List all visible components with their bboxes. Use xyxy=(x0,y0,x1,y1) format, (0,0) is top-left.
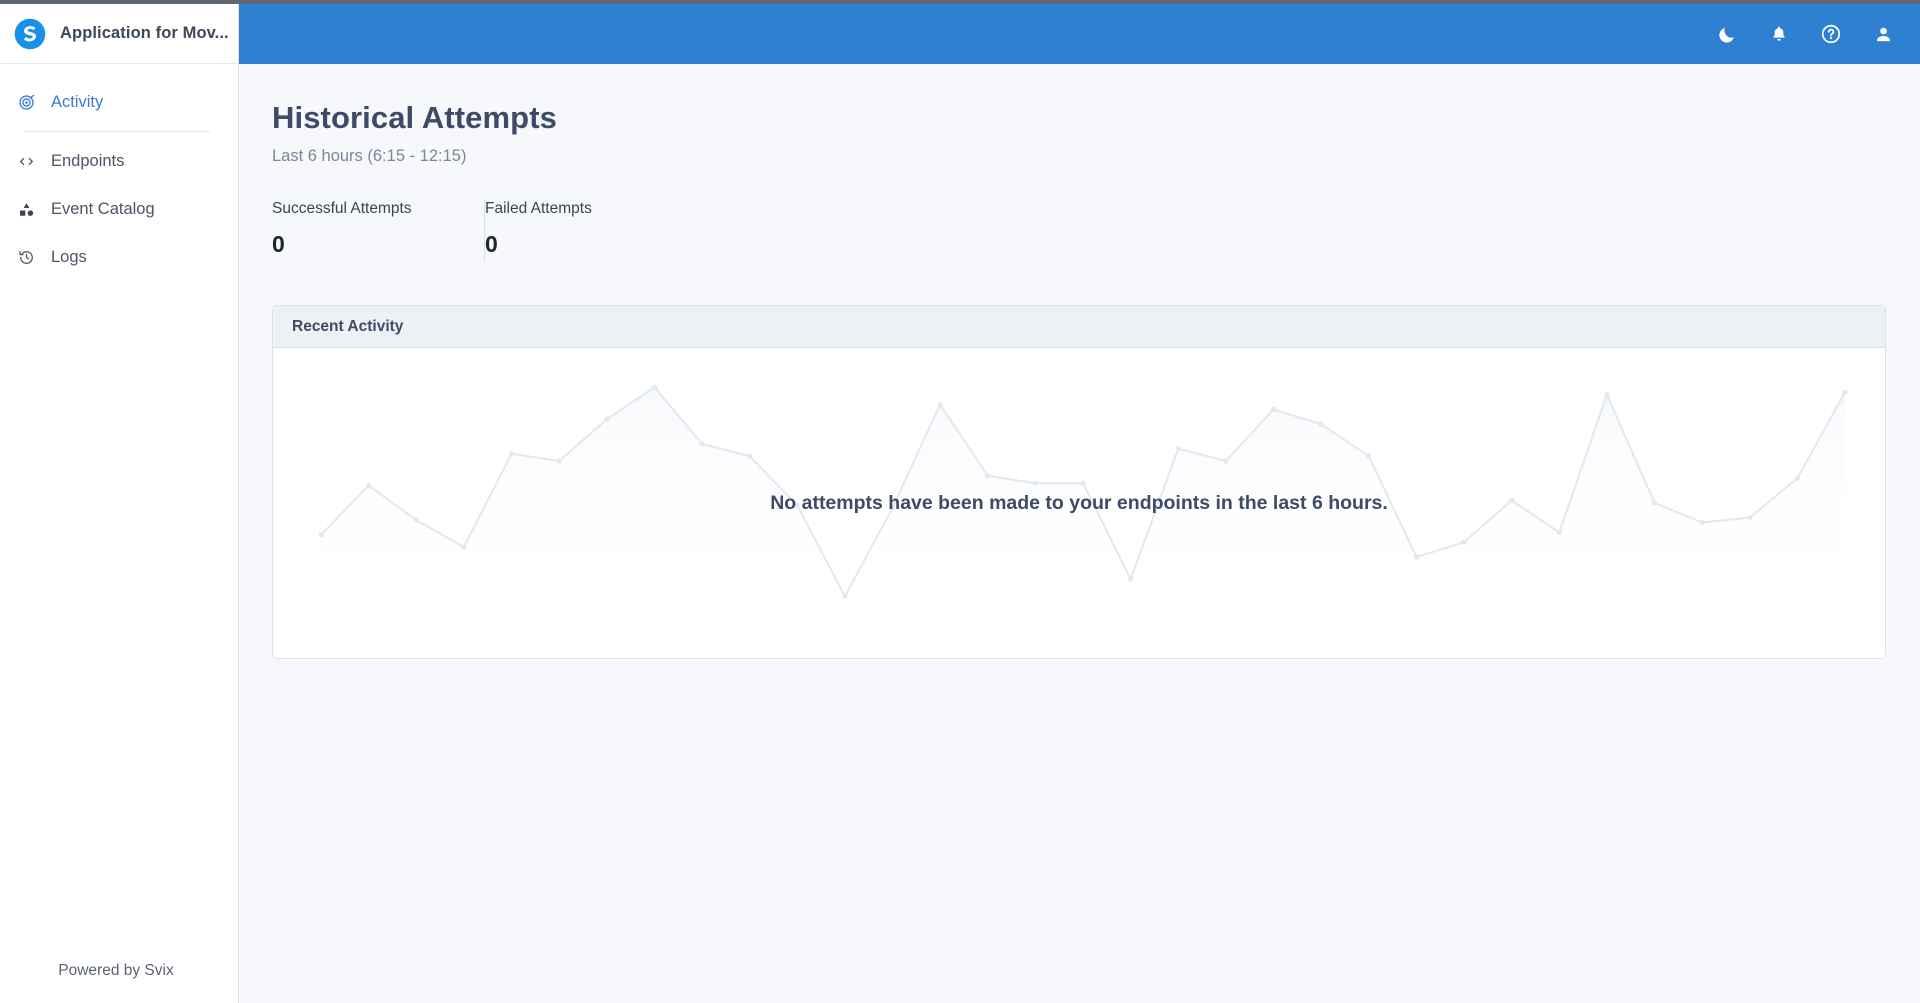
help-icon[interactable] xyxy=(1818,21,1844,47)
chart-point xyxy=(1128,576,1134,582)
chart-point xyxy=(1556,529,1562,535)
sidebar-item-label: Activity xyxy=(51,92,104,111)
activity-chart-placeholder xyxy=(318,384,1848,616)
chart-point xyxy=(413,517,419,523)
powered-by-label: Powered by Svix xyxy=(58,962,174,979)
chart-area-fill xyxy=(321,387,1845,616)
sidebar-item-event-catalog[interactable]: Event Catalog xyxy=(0,185,238,233)
chart-point xyxy=(1175,446,1181,452)
chart-point xyxy=(1080,480,1086,486)
sidebar-nav: Activity Endpoints Event Catalog Logs xyxy=(0,64,238,939)
chart-point xyxy=(1651,500,1658,506)
chart-point xyxy=(366,483,372,489)
chart-point xyxy=(1842,389,1848,395)
chart-point xyxy=(1366,453,1372,459)
chart-point xyxy=(1747,515,1753,521)
svix-logo-icon xyxy=(14,18,46,49)
chart-point xyxy=(1461,539,1467,545)
stat-label: Successful Attempts xyxy=(272,200,412,217)
chart-point xyxy=(604,416,610,422)
chart-point xyxy=(1270,406,1277,412)
chart-point xyxy=(1509,497,1515,503)
history-clock-icon xyxy=(18,249,35,266)
stat-value: 0 xyxy=(272,231,285,257)
sidebar-item-label: Event Catalog xyxy=(51,199,155,218)
chart-point xyxy=(794,502,800,508)
chart-point xyxy=(1699,519,1705,526)
stat-successful-attempts: Successful Attempts 0 xyxy=(272,200,484,262)
chart-point xyxy=(985,473,991,479)
stat-value: 0 xyxy=(485,231,498,257)
main-content: Historical Attempts Last 6 hours (6:15 -… xyxy=(239,64,1920,1003)
app-root: Application for Mov... Activity Endpoint… xyxy=(0,0,1920,1003)
chart-point xyxy=(1413,554,1419,560)
chart-point xyxy=(1318,421,1324,427)
chart-point xyxy=(1032,480,1038,486)
sidebar-brand[interactable]: Application for Mov... xyxy=(0,4,238,64)
page-title: Historical Attempts xyxy=(272,100,557,135)
sidebar-footer: Powered by Svix xyxy=(0,939,238,1003)
sidebar-item-label: Logs xyxy=(51,247,87,266)
page-subtitle: Last 6 hours (6:15 - 12:15) xyxy=(272,147,467,165)
card-title: Recent Activity xyxy=(292,317,404,335)
chart-point xyxy=(937,401,943,407)
sidebar-divider xyxy=(24,131,210,132)
stat-label: Failed Attempts xyxy=(485,200,592,217)
chart-point xyxy=(1223,458,1229,464)
recent-activity-card: Recent Activity No attempts have been ma… xyxy=(272,305,1886,659)
sidebar-item-activity[interactable]: Activity xyxy=(0,78,238,126)
dark-mode-icon[interactable] xyxy=(1714,21,1740,47)
sidebar-item-label: Endpoints xyxy=(51,151,125,170)
chart-point xyxy=(556,458,562,464)
chart-point xyxy=(889,505,896,511)
recent-activity-card-header: Recent Activity xyxy=(273,306,1885,348)
chart-point xyxy=(318,532,324,538)
activity-icon xyxy=(18,94,35,111)
stat-failed-attempts: Failed Attempts 0 xyxy=(485,200,697,262)
chart-point xyxy=(1794,475,1800,481)
sidebar-item-endpoints[interactable]: Endpoints xyxy=(0,137,238,185)
chart-point xyxy=(461,544,467,550)
chart-point xyxy=(842,593,848,599)
top-header-bar xyxy=(239,4,1920,64)
sidebar-item-logs[interactable]: Logs xyxy=(0,233,238,281)
sidebar-brand-title: Application for Mov... xyxy=(60,24,229,42)
notifications-icon[interactable] xyxy=(1766,21,1792,47)
chart-point xyxy=(699,441,705,447)
recent-activity-card-body: No attempts have been made to your endpo… xyxy=(273,348,1885,658)
sidebar: Application for Mov... Activity Endpoint… xyxy=(0,4,239,1003)
profile-icon[interactable] xyxy=(1870,21,1896,47)
chart-point xyxy=(508,451,515,457)
chart-point xyxy=(747,453,753,459)
shapes-icon xyxy=(18,201,35,218)
code-brackets-icon xyxy=(18,153,35,170)
stats-row: Successful Attempts 0 Failed Attempts 0 xyxy=(272,200,1886,262)
chart-point xyxy=(651,384,657,390)
chart-point xyxy=(1604,392,1610,398)
